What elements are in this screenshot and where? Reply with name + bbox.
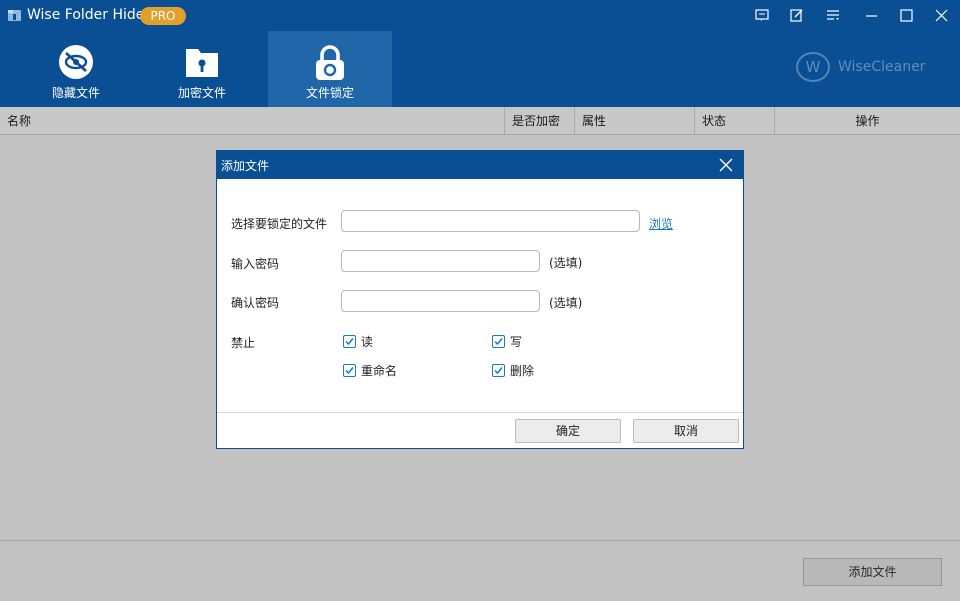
file-path-input[interactable] — [341, 210, 640, 232]
wisecleaner-brand[interactable]: W WiseCleaner — [796, 52, 926, 84]
rename-label: 重命名 — [361, 364, 398, 378]
file-label: 选择要锁定的文件 — [231, 217, 328, 231]
minimize-icon[interactable] — [858, 3, 884, 27]
checkmark-icon — [494, 338, 503, 346]
rename-checkbox[interactable] — [343, 364, 356, 377]
confirm-password-label: 确认密码 — [231, 296, 280, 310]
password-label: 输入密码 — [231, 257, 280, 271]
add-file-dialog: 添加文件 选择要锁定的文件 浏览 输入密码 (选填) 确认密码 (选填) 禁止 … — [216, 150, 744, 449]
close-icon[interactable] — [928, 3, 954, 27]
tab-hide-files[interactable]: 隐藏文件 — [14, 31, 138, 107]
app-logo-icon — [8, 10, 21, 21]
cancel-button[interactable]: 取消 — [633, 419, 739, 443]
delete-label: 删除 — [510, 364, 535, 378]
checkmark-icon — [345, 338, 354, 346]
padlock-icon — [316, 45, 344, 80]
browse-link[interactable]: 浏览 — [649, 215, 673, 232]
brand-logo-icon: W — [796, 52, 830, 82]
ok-button[interactable]: 确定 — [515, 419, 621, 443]
read-checkbox[interactable] — [343, 335, 356, 348]
menu-icon[interactable] — [820, 3, 846, 27]
maximize-icon[interactable] — [893, 3, 919, 27]
password-optional-hint: (选填) — [549, 256, 583, 270]
checkmark-icon — [345, 367, 354, 375]
app-title: Wise Folder Hider — [27, 7, 151, 23]
edit-icon[interactable] — [784, 3, 810, 27]
dialog-divider — [217, 412, 743, 413]
tab-label: 文件锁定 — [305, 86, 354, 100]
confirm-optional-hint: (选填) — [549, 296, 583, 310]
folder-lock-icon — [186, 49, 218, 77]
brand-name: WiseCleaner — [838, 59, 926, 75]
confirm-password-input[interactable] — [341, 290, 540, 312]
write-checkbox[interactable] — [492, 335, 505, 348]
write-label: 写 — [510, 335, 523, 349]
title-bar: Wise Folder Hider PRO — [0, 0, 960, 30]
forbid-label: 禁止 — [231, 336, 256, 350]
read-label: 读 — [361, 335, 374, 349]
password-input[interactable] — [341, 250, 540, 272]
tab-label: 加密文件 — [177, 86, 226, 100]
dialog-close-icon[interactable] — [717, 156, 735, 174]
eye-slash-icon — [59, 45, 93, 79]
delete-checkbox[interactable] — [492, 364, 505, 377]
tab-file-lock[interactable]: 文件锁定 — [268, 31, 392, 107]
feedback-icon[interactable] — [749, 3, 775, 27]
dialog-titlebar: 添加文件 — [217, 151, 743, 179]
checkmark-icon — [494, 367, 503, 375]
tab-label: 隐藏文件 — [51, 86, 100, 100]
app-header: Wise Folder Hider PRO 隐藏文件 加密文件 文件锁定 W W… — [0, 0, 960, 107]
dialog-title: 添加文件 — [221, 159, 270, 173]
pro-badge: PRO — [140, 7, 186, 25]
tab-encrypt-files[interactable]: 加密文件 — [140, 31, 264, 107]
